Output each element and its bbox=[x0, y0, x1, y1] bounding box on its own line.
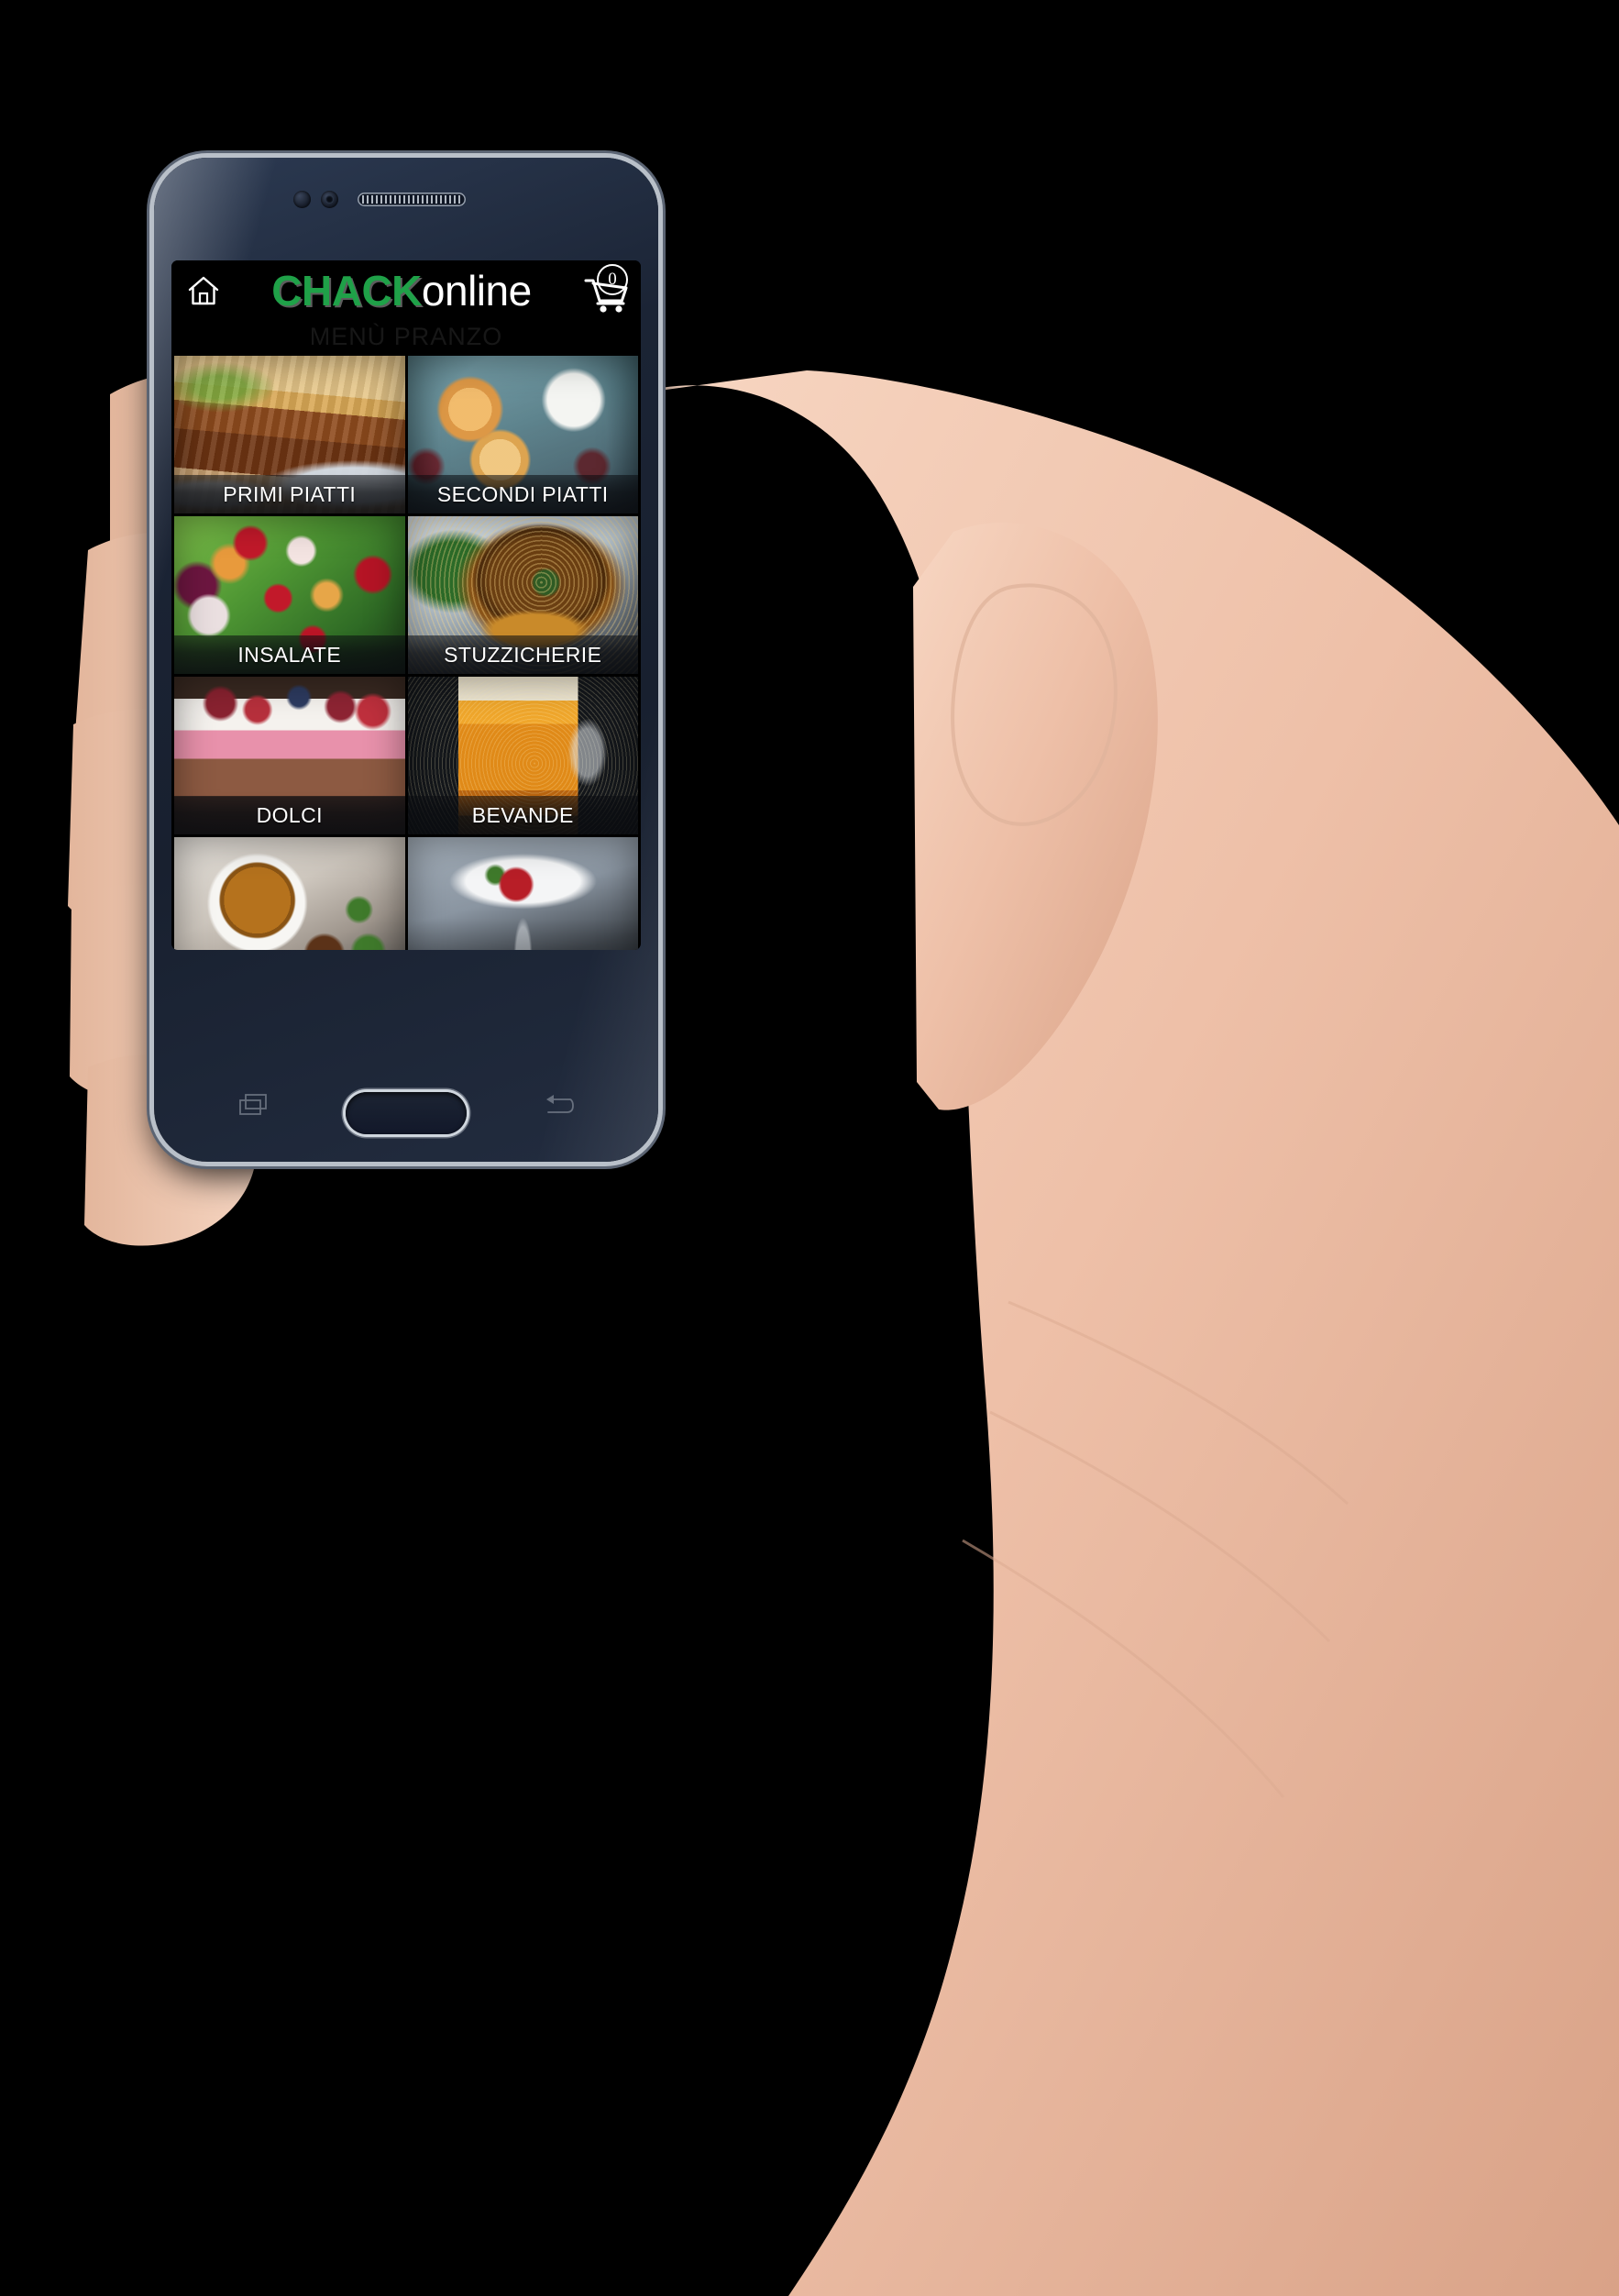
category-label: DOLCI bbox=[174, 796, 405, 834]
cart-count-badge: 0 bbox=[597, 264, 628, 295]
page-title: MENÙ PRANZO bbox=[171, 321, 641, 356]
category-label: BEVANDE bbox=[407, 796, 638, 834]
home-button[interactable] bbox=[182, 270, 225, 312]
category-tile-secondi-piatti[interactable]: SECONDI PIATTI bbox=[407, 356, 638, 513]
category-tile-primi-piatti[interactable]: PRIMI PIATTI bbox=[174, 356, 405, 513]
back-key[interactable] bbox=[543, 1093, 574, 1121]
home-icon bbox=[188, 276, 219, 305]
brand-name-primary: CHACK bbox=[271, 267, 422, 315]
smartphone-device: CHACKonline 0 MENÙ PRANZO PRIMI PIATTI S… bbox=[154, 158, 658, 1162]
category-grid: PRIMI PIATTI SECONDI PIATTI INSALATE STU… bbox=[171, 356, 641, 950]
category-label: INSALATE bbox=[174, 635, 405, 674]
phone-screen: CHACKonline 0 MENÙ PRANZO PRIMI PIATTI S… bbox=[171, 260, 641, 950]
recent-apps-key[interactable] bbox=[238, 1093, 270, 1121]
category-label: STUZZICHERIE bbox=[407, 635, 638, 674]
category-label: PRIMI PIATTI bbox=[174, 475, 405, 513]
category-tile-bevande[interactable]: BEVANDE bbox=[407, 677, 638, 834]
recent-apps-icon bbox=[239, 1094, 267, 1115]
brand-name-secondary: online bbox=[421, 267, 532, 315]
back-arrow-icon bbox=[546, 1095, 574, 1113]
category-tile-cocktail[interactable]: COCKTAIL bbox=[407, 837, 639, 950]
proximity-sensor bbox=[293, 191, 311, 208]
physical-home-button[interactable] bbox=[346, 1092, 467, 1134]
app-header: CHACKonline 0 bbox=[171, 260, 641, 321]
earpiece-speaker bbox=[358, 193, 466, 206]
category-label: SECONDI PIATTI bbox=[407, 475, 638, 513]
category-tile-stuzzicherie[interactable]: STUZZICHERIE bbox=[407, 516, 638, 674]
front-camera bbox=[321, 191, 338, 208]
brand-logo[interactable]: CHACKonline bbox=[221, 270, 582, 312]
photo-vignette bbox=[174, 837, 405, 950]
earpiece-grill bbox=[362, 195, 461, 204]
category-tile-dolci[interactable]: DOLCI bbox=[174, 677, 405, 834]
cart-button[interactable]: 0 bbox=[582, 264, 630, 314]
category-tile-insalate[interactable]: INSALATE bbox=[174, 516, 405, 674]
category-tile-caffetteria[interactable]: CAFFETTERIA bbox=[174, 837, 405, 950]
photo-vignette bbox=[408, 837, 639, 950]
